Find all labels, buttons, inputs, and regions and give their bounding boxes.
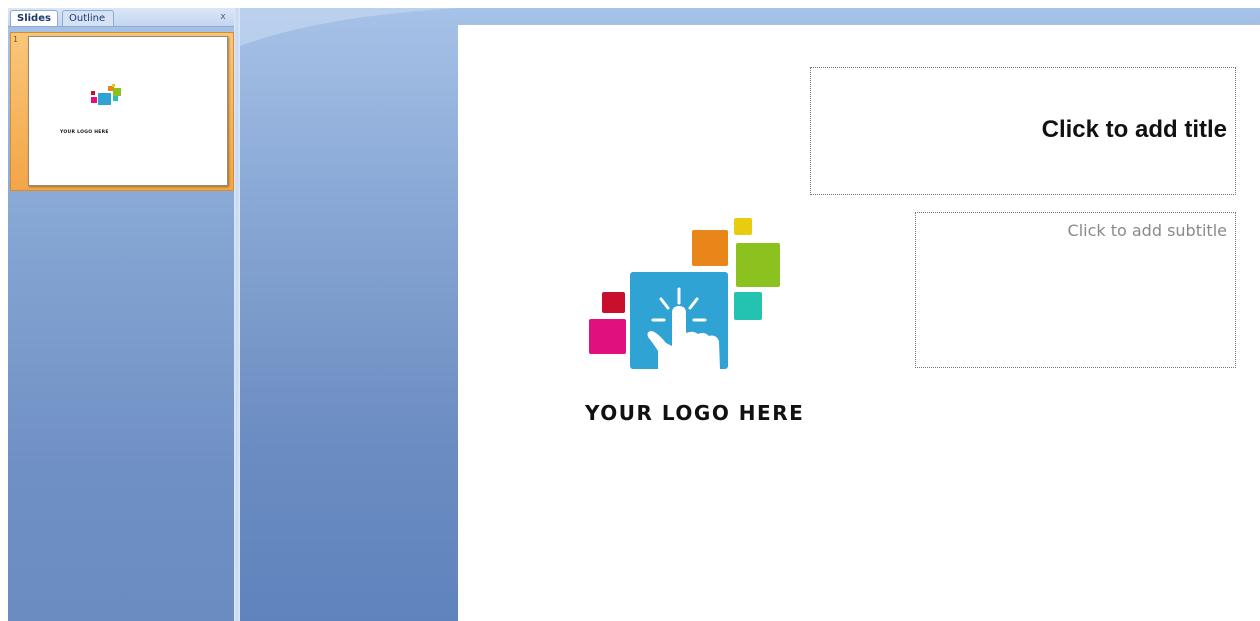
slide-editing-area: Click to add title Click to add subtitle bbox=[240, 8, 1260, 621]
tab-slides[interactable]: Slides bbox=[10, 10, 58, 26]
subtitle-placeholder-text: Click to add subtitle bbox=[1067, 221, 1227, 240]
thumbnail-logo-text: YOUR LOGO HERE bbox=[60, 130, 109, 135]
thumbnail-logo-icon bbox=[91, 84, 121, 105]
close-icon[interactable]: x bbox=[217, 11, 229, 23]
title-placeholder-text: Click to add title bbox=[1041, 116, 1227, 143]
slide-number: 1 bbox=[13, 35, 19, 44]
logo-text: YOUR LOGO HERE bbox=[585, 401, 805, 425]
pane-tab-strip: Slides Outline x bbox=[8, 8, 234, 27]
slides-pane: Slides Outline x 1 YOUR LOGO HERE bbox=[8, 8, 234, 621]
slide-thumbnail[interactable]: YOUR LOGO HERE bbox=[28, 36, 228, 186]
window-edge bbox=[0, 0, 8, 621]
slide-thumbnail-row[interactable]: 1 YOUR LOGO HERE bbox=[10, 32, 234, 191]
title-placeholder[interactable]: Click to add title bbox=[810, 67, 1236, 195]
subtitle-placeholder[interactable]: Click to add subtitle bbox=[915, 212, 1236, 368]
slide-canvas[interactable]: Click to add title Click to add subtitle bbox=[458, 25, 1260, 621]
tab-outline[interactable]: Outline bbox=[62, 10, 114, 26]
